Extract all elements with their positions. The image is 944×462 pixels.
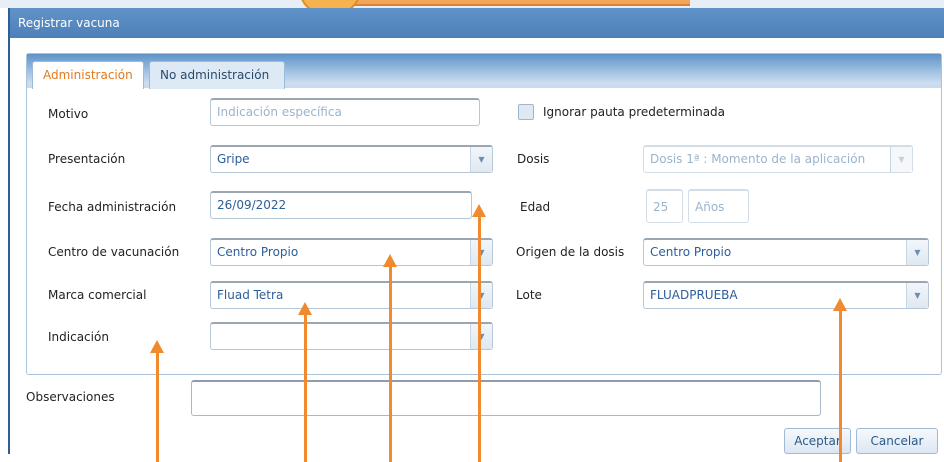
marca-label: Marca comercial: [48, 288, 147, 302]
chevron-down-icon[interactable]: ▼: [906, 283, 928, 308]
chevron-down-icon[interactable]: ▼: [470, 147, 492, 172]
annotation-arrow-centro: [383, 254, 397, 462]
lote-label: Lote: [516, 288, 542, 302]
centro-select[interactable]: Centro Propio ▼: [210, 238, 493, 266]
marca-value: Fluad Tetra: [217, 288, 284, 302]
origen-value: Centro Propio: [650, 245, 732, 259]
edad-input[interactable]: 25: [646, 189, 683, 223]
annotation-arrow-marca: [298, 302, 312, 462]
motivo-input[interactable]: Indicación específica: [210, 98, 480, 126]
register-vaccine-dialog: Registrar vacuna Administración No admin…: [8, 8, 944, 454]
dosis-select[interactable]: Dosis 1ª : Momento de la aplicación ▼: [643, 145, 913, 173]
annotation-arrow-fecha: [472, 204, 486, 462]
centro-label: Centro de vacunación: [48, 245, 180, 259]
annotation-arrow-lote: [833, 298, 847, 462]
chevron-down-icon[interactable]: ▼: [890, 147, 912, 172]
annotation-arrow-indicacion: [150, 340, 164, 462]
presentacion-label: Presentación: [48, 152, 126, 166]
ignorar-pauta-checkbox[interactable]: [518, 104, 534, 120]
edad-label: Edad: [520, 200, 551, 214]
motivo-label: Motivo: [48, 107, 89, 121]
lote-value: FLUADPRUEBA: [650, 288, 738, 302]
observaciones-input[interactable]: [191, 380, 821, 416]
dialog-title: Registrar vacuna: [10, 8, 944, 38]
origen-label: Origen de la dosis: [516, 245, 625, 259]
fecha-label: Fecha administración: [48, 200, 177, 214]
centro-value: Centro Propio: [217, 245, 299, 259]
presentacion-value: Gripe: [217, 152, 250, 166]
marca-select[interactable]: Fluad Tetra ▼: [210, 281, 493, 309]
cancel-button[interactable]: Cancelar: [856, 428, 938, 454]
chevron-down-icon[interactable]: ▼: [470, 283, 492, 308]
indicacion-select[interactable]: ▼: [210, 322, 493, 350]
dosis-value: Dosis 1ª : Momento de la aplicación: [650, 152, 866, 166]
tab-administracion[interactable]: Administración: [32, 61, 144, 89]
edad-unit: Años: [688, 189, 749, 223]
dosis-label: Dosis: [517, 152, 550, 166]
fecha-input[interactable]: 26/09/2022: [210, 191, 472, 219]
indicacion-label: Indicación: [48, 330, 109, 344]
lote-select[interactable]: FLUADPRUEBA ▼: [643, 281, 929, 309]
presentacion-select[interactable]: Gripe ▼: [210, 145, 493, 173]
chevron-down-icon[interactable]: ▼: [470, 240, 492, 265]
origen-select[interactable]: Centro Propio ▼: [643, 238, 929, 266]
background-annotation-bar: [330, 0, 690, 6]
chevron-down-icon[interactable]: ▼: [470, 324, 492, 349]
ignorar-pauta-label: Ignorar pauta predeterminada: [543, 105, 726, 119]
observaciones-label: Observaciones: [26, 390, 115, 404]
tab-bar: Administración No administración: [27, 54, 941, 89]
chevron-down-icon[interactable]: ▼: [906, 240, 928, 265]
tab-no-administracion[interactable]: No administración: [149, 61, 285, 89]
